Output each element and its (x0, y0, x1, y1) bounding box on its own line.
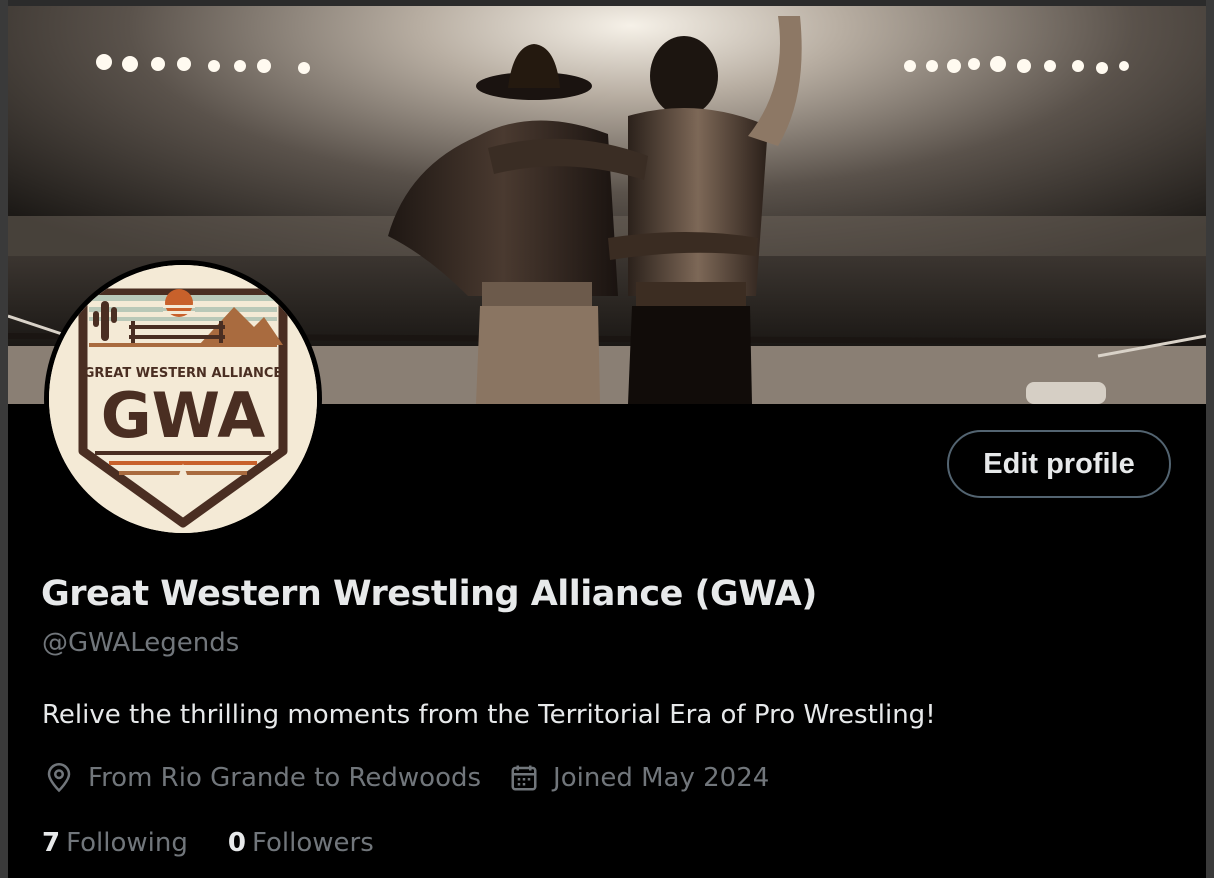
profile-page: GREAT WESTERN ALLIANCE GWA Edit profile … (0, 0, 1214, 878)
following-link[interactable]: 7 Following (42, 828, 188, 858)
profile-handle: @GWALegends (42, 628, 240, 658)
calendar-icon (509, 763, 539, 793)
followers-label: Followers (251, 828, 374, 858)
location-pin-icon (44, 763, 74, 793)
profile-avatar[interactable]: GREAT WESTERN ALLIANCE GWA (44, 260, 322, 538)
profile-joined: Joined May 2024 (509, 763, 769, 793)
following-count: 7 (42, 828, 61, 858)
followers-count: 0 (227, 828, 246, 858)
followers-link[interactable]: 0 Followers (228, 828, 374, 858)
following-label: Following (66, 828, 188, 858)
gwa-logo: GREAT WESTERN ALLIANCE GWA (49, 265, 317, 533)
profile-bio: Relive the thrilling moments from the Te… (42, 700, 936, 730)
profile-stats: 7 Following 0 Followers (42, 828, 414, 858)
window-right-edge (1206, 0, 1214, 878)
profile-location: From Rio Grande to Redwoods (44, 763, 481, 793)
logo-main-text: GWA (101, 379, 265, 452)
profile-location-text: From Rio Grande to Redwoods (88, 763, 482, 793)
profile-display-name: Great Western Wrestling Alliance (GWA) (41, 574, 817, 614)
edit-profile-button[interactable]: Edit profile (947, 430, 1171, 498)
profile-meta: From Rio Grande to Redwoods Joined May 2… (44, 763, 797, 793)
window-left-edge (0, 0, 8, 878)
profile-joined-text: Joined May 2024 (553, 763, 770, 793)
